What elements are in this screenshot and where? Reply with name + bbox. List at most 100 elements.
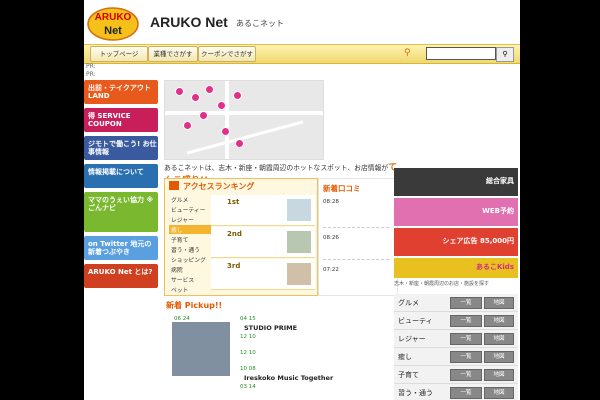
pickup-date: 03 14 — [240, 384, 256, 390]
reviews-title: 新着口コミ — [323, 184, 361, 193]
map-pin[interactable] — [175, 87, 184, 96]
map-pin[interactable] — [217, 101, 226, 110]
review-time: 07:22 — [323, 267, 339, 273]
map-road — [165, 111, 323, 115]
category-list-button[interactable]: 一覧 — [450, 387, 482, 399]
banner-share-ad[interactable]: シェア広告 85,000円 — [394, 228, 518, 256]
pickup-date: 12 10 — [240, 334, 256, 340]
rank-label: 2nd — [227, 230, 242, 238]
rank-thumbnail — [287, 199, 311, 221]
banner-about-aruko[interactable]: ARUKO Net とは? — [84, 264, 158, 288]
category-map-button[interactable]: 地図 — [484, 351, 514, 363]
ranking-category[interactable]: レジャー — [171, 215, 194, 224]
new-pickup: 新着 Pickup!! 06 24 04 15 STUDIO PRIME 12 … — [164, 298, 392, 400]
pickup-date: 12 10 — [240, 350, 256, 356]
rank-row-1[interactable]: 1st — [211, 195, 315, 226]
header: ARUKO Net ARUKO Net あるこネット — [84, 0, 520, 44]
divider — [323, 227, 389, 228]
ranking-chart-icon — [169, 181, 179, 190]
review-time: 08:26 — [323, 235, 339, 241]
category-list-button[interactable]: 一覧 — [450, 297, 482, 309]
rank-thumbnail — [287, 231, 311, 253]
nav-search-by-industry[interactable]: 業種でさがす — [148, 46, 198, 62]
map-pin[interactable] — [221, 127, 230, 136]
area-map[interactable] — [164, 80, 324, 160]
ranking-title: アクセスランキング — [165, 179, 317, 193]
category-map-button[interactable]: 地図 — [484, 315, 514, 327]
category-list-button[interactable]: 一覧 — [450, 333, 482, 345]
map-road — [225, 81, 229, 159]
access-ranking: アクセスランキング グルメ ビューティー レジャー 癒し 子育て 習う・通う シ… — [164, 178, 318, 296]
category-list: グルメ 一覧 地図 ビューティ 一覧 地図 レジャー 一覧 地図 癒し 一覧 地… — [394, 294, 518, 400]
pr-label: PR: — [86, 71, 96, 78]
map-pin[interactable] — [183, 121, 192, 130]
svg-text:ARUKO: ARUKO — [95, 12, 132, 23]
pickup-photo[interactable] — [172, 322, 230, 376]
map-pin[interactable] — [235, 139, 244, 148]
banner-twitter[interactable]: on Twitter 地元の新着つぶやき — [84, 236, 158, 260]
search-icon: ⚲ — [404, 48, 411, 58]
banner-web-reservation[interactable]: WEB予約 — [394, 198, 518, 226]
nav-top-page[interactable]: トップページ — [90, 46, 148, 62]
pickup-item-name[interactable]: Ireskoko Music Together — [244, 374, 333, 382]
ranking-category[interactable]: ビューティー — [171, 205, 205, 214]
category-map-button[interactable]: 地図 — [484, 369, 514, 381]
category-map-button[interactable]: 地図 — [484, 333, 514, 345]
category-name: ビューティ — [398, 317, 433, 325]
ranking-category[interactable]: 病院 — [171, 265, 183, 274]
pr-label: PR: — [86, 63, 96, 70]
category-map-button[interactable]: 地図 — [484, 387, 514, 399]
banner-mama-navi[interactable]: ママのうぇい協力 ※ごんナビ — [84, 192, 158, 232]
category-map-button[interactable]: 地図 — [484, 297, 514, 309]
rank-label: 3rd — [227, 262, 241, 270]
page: ARUKO Net ARUKO Net あるこネット トップページ 業種でさがす… — [84, 0, 520, 400]
new-reviews: 新着口コミ 08:28 08:26 07:22 — [318, 178, 398, 296]
category-row: ビューティ 一覧 地図 — [394, 312, 518, 330]
banner-service-coupon[interactable]: 得 SERVICE COUPON — [84, 108, 158, 132]
category-name: グルメ — [398, 299, 419, 307]
svg-text:Net: Net — [104, 25, 122, 37]
search-button[interactable]: ⚲ — [496, 47, 514, 62]
ranking-category[interactable]: サービス — [171, 275, 194, 284]
ranking-category[interactable]: 子育て — [171, 235, 188, 244]
banner-job-info[interactable]: ジモトで働こう! お仕事情報 — [84, 136, 158, 160]
intro-text: あるこネットは、志木・新座・朝霞周辺のホットなスポット、お店情報が — [164, 164, 389, 172]
category-row: レジャー 一覧 地図 — [394, 330, 518, 348]
ranking-category[interactable]: ペット — [171, 285, 188, 294]
map-pin[interactable] — [233, 91, 242, 100]
brand-subtitle: あるこネット — [236, 19, 284, 28]
category-list-button[interactable]: 一覧 — [450, 315, 482, 327]
ranking-category[interactable]: 習う・通う — [171, 245, 200, 254]
banner-takeout-land[interactable]: 出前・テイクアウト LAND — [84, 80, 158, 104]
pickup-title: 新着 Pickup!! — [166, 301, 223, 310]
map-pin[interactable] — [191, 93, 200, 102]
category-row: 癒し 一覧 地図 — [394, 348, 518, 366]
pickup-item-name[interactable]: STUDIO PRIME — [244, 324, 297, 332]
divider — [323, 259, 389, 260]
nav-search-by-coupon[interactable]: クーポンでさがす — [198, 46, 256, 62]
category-name: レジャー — [398, 335, 426, 343]
map-pin[interactable] — [199, 111, 208, 120]
category-list-button[interactable]: 一覧 — [450, 369, 482, 381]
banner-listing-info[interactable]: 情報掲載について — [84, 164, 158, 188]
category-row: 習う・通う 一覧 地図 — [394, 384, 518, 400]
site-logo[interactable]: ARUKO Net — [86, 2, 140, 42]
main-nav: トップページ 業種でさがす クーポンでさがす ⚲ ⚲ — [84, 44, 520, 64]
banner-aruko-kids[interactable]: あるこKids — [394, 258, 518, 278]
rank-row-2[interactable]: 2nd — [211, 227, 315, 258]
category-name: 習う・通う — [398, 389, 433, 397]
pickup-date: 04 15 — [240, 316, 256, 322]
category-row: 子育て 一覧 地図 — [394, 366, 518, 384]
ranking-category[interactable]: グルメ — [171, 195, 188, 204]
site-intro: あるこネットは、志木・新座・朝霞周辺のホットなスポット、お店情報がてんこ盛り!! — [164, 160, 398, 186]
banner-furniture[interactable]: 総合家具 — [394, 168, 518, 196]
rank-row-3[interactable]: 3rd — [211, 259, 315, 290]
search-input[interactable] — [426, 47, 496, 60]
ranking-category-selected[interactable]: 癒し — [169, 225, 211, 234]
ranking-category[interactable]: ショッピング — [171, 255, 206, 264]
brand-title: ARUKO Net — [150, 14, 228, 30]
category-name: 子育て — [398, 371, 419, 379]
rank-label: 1st — [227, 198, 240, 206]
category-list-button[interactable]: 一覧 — [450, 351, 482, 363]
map-pin[interactable] — [205, 85, 214, 94]
